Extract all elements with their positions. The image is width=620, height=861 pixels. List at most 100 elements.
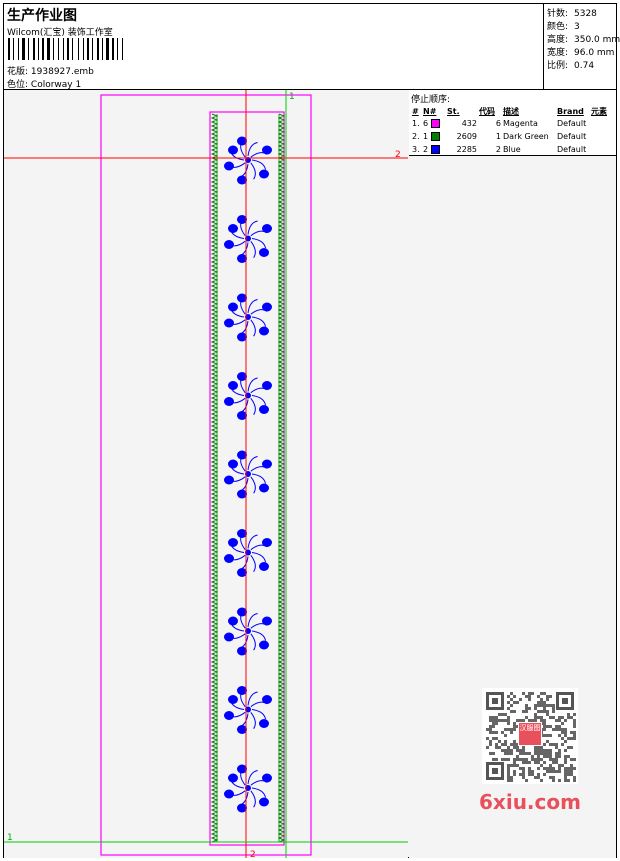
motif-blossom — [224, 554, 234, 563]
qr-module — [543, 704, 546, 707]
qr-module — [507, 749, 510, 752]
qr-module — [567, 746, 570, 749]
qr-module — [552, 770, 555, 773]
motif-blossom — [224, 397, 234, 406]
motif-blossom — [262, 145, 272, 155]
qr-module — [501, 749, 504, 752]
qr-module — [513, 770, 516, 773]
qr-module — [564, 728, 567, 731]
qr-module — [537, 749, 540, 752]
qr-module — [495, 737, 498, 740]
qr-module — [558, 734, 561, 737]
qr-module — [504, 740, 507, 743]
qr-module — [537, 701, 540, 704]
qr-module — [540, 692, 543, 695]
stop-sequence-title: 停止顺序: — [411, 95, 451, 105]
qr-module — [570, 758, 573, 761]
qr-module — [549, 758, 552, 761]
qr-module — [567, 767, 570, 770]
qr-module — [555, 761, 558, 764]
qr-module — [558, 767, 561, 770]
motif-blossom — [259, 248, 269, 257]
qr-module — [525, 704, 528, 707]
watermark-site: 6xiu.com — [479, 790, 581, 814]
qr-module — [528, 761, 531, 764]
qr-module — [507, 701, 510, 704]
qr-module — [561, 731, 564, 734]
embroidery-preview: 2 2 1 1 — [4, 90, 408, 858]
qr-module — [573, 776, 576, 779]
qr-module — [525, 710, 528, 713]
motif-blossom — [259, 797, 269, 807]
qr-module — [489, 743, 492, 746]
qr-module — [540, 752, 543, 755]
qr-module — [495, 719, 498, 722]
qr-module — [528, 767, 531, 770]
design-stats: 针数: 5328 颜色: 3 高度: 350.0 mm 宽度: 96.0 mm 比例: 0… — [543, 4, 620, 89]
qr-module — [507, 707, 510, 710]
qr-module — [567, 737, 570, 740]
qr-module — [507, 752, 510, 755]
qr-module — [516, 746, 519, 749]
qr-module — [486, 728, 489, 731]
qr-module — [567, 716, 570, 719]
qr-module — [513, 773, 516, 776]
qr-module — [516, 755, 519, 758]
qr-module — [507, 722, 510, 725]
qr-module — [558, 755, 561, 758]
qr-module — [540, 746, 543, 749]
motif-blossom — [228, 538, 238, 547]
qr-module — [555, 755, 558, 758]
qr-module — [504, 734, 507, 737]
qr-module — [507, 758, 510, 761]
qr-module — [513, 728, 516, 731]
motif-blossom — [224, 318, 234, 328]
qr-module — [573, 779, 576, 782]
qr-module — [549, 752, 552, 755]
barcode — [8, 38, 142, 60]
motif-blossom — [259, 483, 269, 493]
qr-module — [489, 752, 492, 755]
qr-module — [486, 737, 489, 740]
motif-blossom — [259, 562, 269, 571]
qr-module — [558, 716, 561, 719]
qr-module — [543, 743, 546, 746]
qr-module — [525, 695, 528, 698]
qr-module — [570, 773, 573, 776]
qr-module — [546, 767, 549, 770]
qr-module — [552, 767, 555, 770]
qr-module — [510, 749, 513, 752]
motif-blossom — [228, 145, 238, 155]
red-v-marker: 2 — [250, 850, 256, 858]
col-code: 代码 — [479, 106, 495, 116]
qr-module — [549, 755, 552, 758]
stat-height: 高度: 350.0 mm — [547, 35, 620, 45]
qr-module — [549, 767, 552, 770]
col-brand: Brand — [557, 106, 584, 116]
qr-module — [489, 719, 492, 722]
motif-blossom — [228, 224, 238, 233]
qr-module — [519, 773, 522, 776]
stop-sequence-table: # N# St. 代码 描述 Brand 元素 1. 6 432 6 Magen… — [411, 105, 615, 156]
qr-module — [522, 770, 525, 773]
qr-module — [519, 758, 522, 761]
qr-module — [564, 776, 567, 779]
colorway-label: 色位: — [7, 80, 29, 90]
qr-module — [546, 770, 549, 773]
stat-stitches: 针数: 5328 — [547, 9, 597, 19]
qr-module — [555, 728, 558, 731]
qr-module — [552, 710, 555, 713]
qr-module — [534, 713, 537, 716]
qr-module — [552, 758, 555, 761]
qr-module — [513, 740, 516, 743]
qr-module — [534, 761, 537, 764]
qr-module — [492, 752, 495, 755]
qr-module — [543, 701, 546, 704]
qr-module — [510, 779, 513, 782]
qr-module — [558, 725, 561, 728]
qr-module — [489, 725, 492, 728]
motif-blossom — [262, 459, 272, 469]
qr-module — [534, 746, 537, 749]
qr-module — [546, 713, 549, 716]
qr-module — [510, 776, 513, 779]
